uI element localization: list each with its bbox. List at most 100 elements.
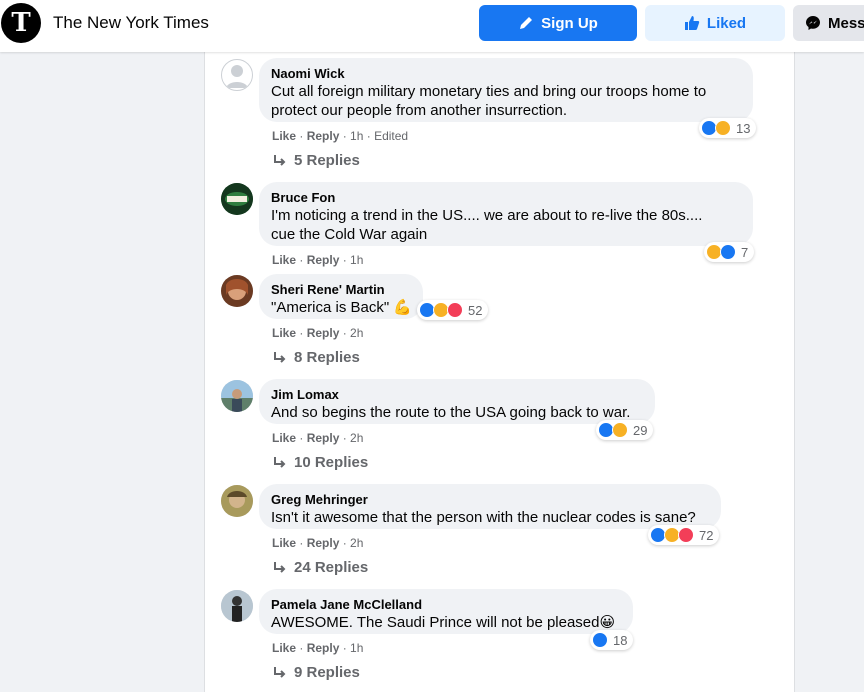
reaction-summary[interactable]: 18 [590, 630, 634, 650]
reply-arrow-icon [274, 456, 286, 468]
nyt-logo[interactable]: T [1, 3, 41, 43]
comment-bubble: Jim Lomax And so begins the route to the… [259, 379, 655, 424]
avatar[interactable] [221, 485, 253, 517]
reaction-summary[interactable]: 7 [704, 242, 755, 262]
comment-bubble: Sheri Rene' Martin "America is Back" 💪 [259, 274, 423, 319]
liked-label: Liked [706, 14, 747, 32]
default-avatar-icon [226, 65, 248, 88]
like-link[interactable]: Like [272, 641, 296, 655]
comment-author[interactable]: Naomi Wick [271, 66, 741, 82]
haha-reaction-icon [715, 120, 731, 136]
comment-author[interactable]: Jim Lomax [271, 387, 643, 403]
like-link[interactable]: Like [272, 326, 296, 340]
like-link[interactable]: Like [272, 431, 296, 445]
edited-label: Edited [374, 129, 409, 143]
sign-up-button[interactable]: Sign Up [479, 5, 637, 41]
reaction-count: 72 [699, 527, 714, 543]
reply-arrow-icon [274, 351, 286, 363]
replies-count: 10 Replies [294, 454, 369, 471]
comment-actions: Like · Reply · 2h [272, 326, 364, 340]
haha-reaction-icon [612, 422, 628, 438]
page-header: T The New York Times Sign Up Liked Mess [0, 0, 864, 52]
comment-author[interactable]: Sheri Rene' Martin [271, 282, 411, 298]
reaction-count: 29 [633, 422, 648, 438]
comment-actions: Like · Reply · 1h [272, 253, 364, 267]
avatar-image [221, 485, 253, 517]
comments-panel: Naomi Wick Cut all foreign military mone… [204, 52, 795, 692]
reply-arrow-icon [274, 666, 286, 678]
comment-bubble: Bruce Fon I'm noticing a trend in the US… [259, 182, 753, 246]
replies-count: 8 Replies [294, 349, 360, 366]
comment-actions: Like · Reply · 2h [272, 536, 364, 550]
avatar[interactable] [221, 380, 253, 412]
messenger-icon [806, 16, 820, 30]
timestamp[interactable]: 1h [350, 129, 363, 143]
comment-text: protect our people from another insurrec… [271, 102, 567, 119]
view-replies-link[interactable]: 8 Replies [273, 349, 360, 366]
avatar[interactable] [221, 275, 253, 307]
replies-count: 5 Replies [294, 152, 360, 169]
thumbs-up-icon [684, 16, 700, 30]
view-replies-link[interactable]: 24 Replies [273, 559, 368, 576]
replies-count: 24 Replies [294, 559, 369, 576]
timestamp[interactable]: 1h [350, 641, 363, 655]
timestamp[interactable]: 2h [350, 536, 363, 550]
reply-link[interactable]: Reply [307, 129, 340, 143]
replies-count: 9 Replies [294, 664, 360, 681]
reply-link[interactable]: Reply [307, 431, 340, 445]
reply-link[interactable]: Reply [307, 326, 340, 340]
reply-arrow-icon [274, 154, 286, 166]
pencil-icon [520, 17, 533, 29]
like-link[interactable]: Like [272, 129, 296, 143]
view-replies-link[interactable]: 9 Replies [273, 664, 360, 681]
comment-actions: Like · Reply · 1h · Edited [272, 129, 409, 143]
comment-text: "America is Back" 💪 [271, 299, 413, 316]
comment-bubble: Greg Mehringer Isn't it awesome that the… [259, 484, 721, 529]
comment-text: I'm noticing a trend in the US.... we ar… [271, 207, 703, 224]
reply-link[interactable]: Reply [307, 253, 340, 267]
reaction-count: 13 [736, 120, 751, 136]
view-replies-link[interactable]: 10 Replies [273, 454, 368, 471]
comment-bubble: Naomi Wick Cut all foreign military mone… [259, 58, 753, 122]
liked-button[interactable]: Liked [645, 5, 785, 41]
love-reaction-icon [678, 527, 694, 543]
comment-text: Isn't it awesome that the person with th… [271, 509, 696, 526]
message-label: Mess [828, 14, 864, 32]
avatar-image [221, 183, 253, 215]
reaction-count: 18 [613, 632, 628, 648]
comment-text: AWESOME. The Saudi Prince will not be pl… [271, 614, 616, 631]
sign-up-label: Sign Up [541, 14, 598, 32]
reaction-summary[interactable]: 29 [596, 420, 654, 440]
avatar-image [221, 380, 253, 412]
view-replies-link[interactable]: 5 Replies [273, 152, 360, 169]
reaction-summary[interactable]: 52 [417, 300, 489, 320]
comment-text: And so begins the route to the USA going… [271, 404, 631, 421]
comment-bubble: Pamela Jane McClelland AWESOME. The Saud… [259, 589, 633, 634]
comment-author[interactable]: Bruce Fon [271, 190, 741, 206]
like-reaction-icon [720, 244, 736, 260]
avatar[interactable] [221, 590, 253, 622]
comment-actions: Like · Reply · 1h [272, 641, 364, 655]
reaction-summary[interactable]: 13 [699, 118, 757, 138]
page-name[interactable]: The New York Times [53, 13, 209, 33]
comment-author[interactable]: Pamela Jane McClelland [271, 597, 621, 613]
avatar-image [221, 590, 253, 622]
avatar[interactable] [221, 59, 253, 91]
avatar-image [221, 275, 253, 307]
avatar[interactable] [221, 183, 253, 215]
reaction-summary[interactable]: 72 [648, 525, 720, 545]
reaction-count: 52 [468, 302, 483, 318]
comment-actions: Like · Reply · 2h [272, 431, 364, 445]
reaction-count: 7 [741, 244, 749, 260]
comment-text: cue the Cold War again [271, 226, 428, 243]
timestamp[interactable]: 2h [350, 326, 363, 340]
message-button[interactable]: Mess [793, 5, 864, 41]
like-link[interactable]: Like [272, 253, 296, 267]
timestamp[interactable]: 1h [350, 253, 363, 267]
reply-link[interactable]: Reply [307, 641, 340, 655]
like-link[interactable]: Like [272, 536, 296, 550]
timestamp[interactable]: 2h [350, 431, 363, 445]
reply-link[interactable]: Reply [307, 536, 340, 550]
comment-author[interactable]: Greg Mehringer [271, 492, 709, 508]
comment-text: Cut all foreign military monetary ties a… [271, 83, 707, 100]
